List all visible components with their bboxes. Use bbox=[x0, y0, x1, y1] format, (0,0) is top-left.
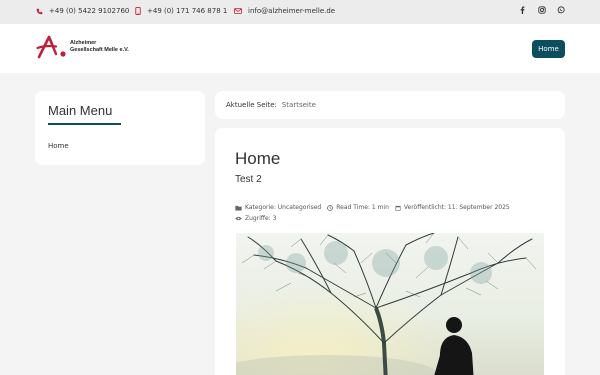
page-title: Home bbox=[235, 149, 281, 168]
envelope-icon bbox=[234, 8, 242, 14]
sidebar-item-home[interactable]: Home bbox=[48, 142, 69, 150]
alzheimer-logo-mark bbox=[36, 35, 66, 59]
contact-email[interactable]: info@alzheimer-melle.de bbox=[234, 7, 335, 15]
main-menu-title: Main Menu bbox=[48, 103, 113, 118]
meta-hits: Zugriffe: 3 bbox=[235, 215, 276, 222]
menu-title-underline bbox=[48, 123, 121, 125]
article-subtitle: Test 2 bbox=[235, 174, 262, 185]
facebook-icon[interactable] bbox=[520, 6, 525, 14]
calendar-icon bbox=[395, 205, 401, 211]
meta-published: Veröffentlicht: 11. September 2025 bbox=[395, 204, 510, 211]
mobile-icon bbox=[135, 7, 141, 15]
folder-icon bbox=[235, 205, 242, 210]
clock-icon bbox=[327, 204, 334, 211]
meta-category[interactable]: Kategorie: Uncategorised bbox=[235, 204, 321, 211]
logo-text: Alzheimer Gesellschaft Melle e.V. bbox=[70, 40, 129, 54]
phone-number-landline[interactable]: +49 (0) 5422 9102760 bbox=[49, 7, 129, 15]
meta-published-text: Veröffentlicht: 11. September 2025 bbox=[403, 204, 510, 211]
eye-icon bbox=[235, 216, 242, 221]
top-contact-bar: +49 (0) 5422 9102760 +49 (0) 171 746 878… bbox=[0, 0, 600, 24]
logo-line-2: Gesellschaft Melle e.V. bbox=[70, 46, 129, 53]
contact-mobile[interactable]: +49 (0) 171 746 878 1 bbox=[135, 7, 227, 15]
breadcrumb-current: Startseite bbox=[281, 101, 316, 109]
phone-icon bbox=[36, 8, 43, 15]
article-meta: Kategorie: Uncategorised Read Time: 1 mi… bbox=[235, 204, 516, 211]
phone-number-mobile[interactable]: +49 (0) 171 746 878 1 bbox=[147, 7, 227, 15]
article-meta-hits: Zugriffe: 3 bbox=[235, 215, 282, 222]
featured-image bbox=[236, 233, 544, 375]
breadcrumb-label: Aktuelle Seite: bbox=[226, 101, 277, 109]
article-card: Home Test 2 Kategorie: Uncategorised Rea… bbox=[215, 128, 565, 375]
sidebar-main-menu: Main Menu Home bbox=[35, 91, 205, 165]
nav-home-button[interactable]: Home bbox=[532, 40, 565, 58]
whatsapp-icon[interactable] bbox=[557, 6, 565, 14]
contact-phone[interactable]: +49 (0) 5422 9102760 bbox=[36, 7, 129, 15]
breadcrumb: Aktuelle Seite: Startseite bbox=[215, 91, 565, 119]
meta-read-time: Read Time: 1 min bbox=[327, 204, 389, 211]
meta-read-time-text: Read Time: 1 min bbox=[336, 204, 389, 211]
logo-line-1: Alzheimer bbox=[70, 39, 97, 46]
site-header: Alzheimer Gesellschaft Melle e.V. Home bbox=[0, 24, 600, 73]
meta-category-text: Kategorie: Uncategorised bbox=[245, 204, 322, 211]
meta-hits-text: Zugriffe: 3 bbox=[245, 215, 277, 222]
site-logo[interactable]: Alzheimer Gesellschaft Melle e.V. bbox=[36, 34, 129, 59]
email-address[interactable]: info@alzheimer-melle.de bbox=[248, 7, 335, 15]
instagram-icon[interactable] bbox=[538, 6, 546, 14]
